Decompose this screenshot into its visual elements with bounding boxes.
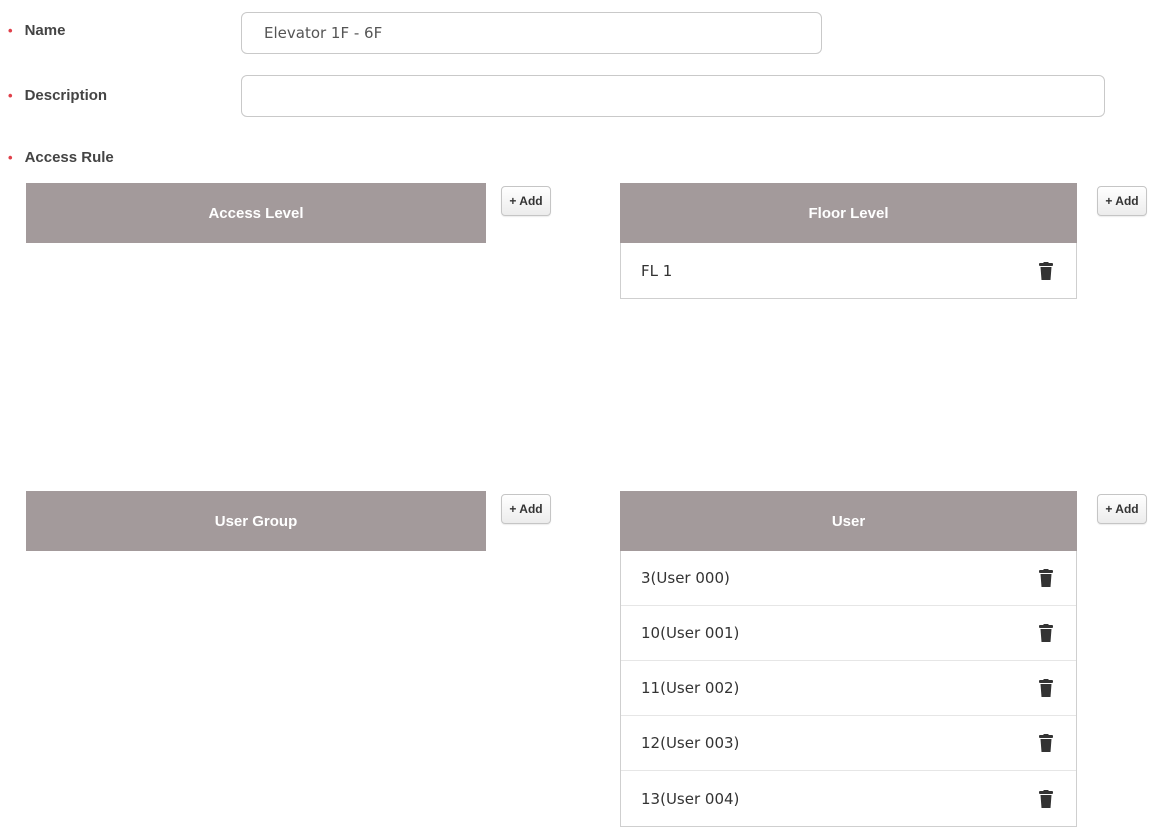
trash-icon[interactable]: [1036, 622, 1056, 644]
access-rule-label: • Access Rule: [8, 149, 114, 166]
add-access-level-button[interactable]: + Add: [501, 186, 551, 216]
add-user-button[interactable]: + Add: [1097, 494, 1147, 524]
floor-name: FL 1: [641, 261, 673, 280]
required-bullet: •: [8, 150, 13, 165]
list-item: 12(User 003): [621, 716, 1076, 771]
user-list: 3(User 000) 10(User 001) 11(User 002) 12…: [620, 551, 1077, 827]
user-name: 3(User 000): [641, 569, 730, 587]
list-item: 11(User 002): [621, 661, 1076, 716]
trash-icon[interactable]: [1036, 788, 1056, 810]
user-group-header: User Group: [26, 491, 486, 551]
trash-icon[interactable]: [1036, 567, 1056, 589]
user-group-panel: User Group: [26, 491, 486, 551]
user-header: User: [620, 491, 1077, 551]
floor-level-list: FL 1: [620, 243, 1077, 299]
access-group-form: • Name • Description • Access Rule Acces…: [0, 0, 1171, 830]
add-user-group-button[interactable]: + Add: [501, 494, 551, 524]
user-panel: User 3(User 000) 10(User 001) 11(User 00…: [620, 491, 1077, 827]
list-item: FL 1: [621, 243, 1076, 298]
trash-icon[interactable]: [1036, 677, 1056, 699]
list-item: 10(User 001): [621, 606, 1076, 661]
access-level-panel: Access Level: [26, 183, 486, 243]
user-name: 11(User 002): [641, 679, 740, 697]
add-floor-level-button[interactable]: + Add: [1097, 186, 1147, 216]
required-bullet: •: [8, 88, 13, 103]
floor-level-header: Floor Level: [620, 183, 1077, 243]
required-bullet: •: [8, 23, 13, 38]
access-level-header: Access Level: [26, 183, 486, 243]
description-label: • Description: [8, 87, 108, 104]
user-name: 10(User 001): [641, 624, 740, 642]
user-name: 13(User 004): [641, 789, 740, 808]
floor-level-panel: Floor Level FL 1: [620, 183, 1077, 299]
trash-icon[interactable]: [1036, 732, 1056, 754]
name-label: • Name: [8, 22, 66, 39]
description-input[interactable]: [241, 75, 1105, 117]
list-item: 13(User 004): [621, 771, 1076, 826]
name-input[interactable]: [241, 12, 822, 54]
trash-icon[interactable]: [1036, 260, 1056, 282]
list-item: 3(User 000): [621, 551, 1076, 606]
user-name: 12(User 003): [641, 734, 740, 752]
